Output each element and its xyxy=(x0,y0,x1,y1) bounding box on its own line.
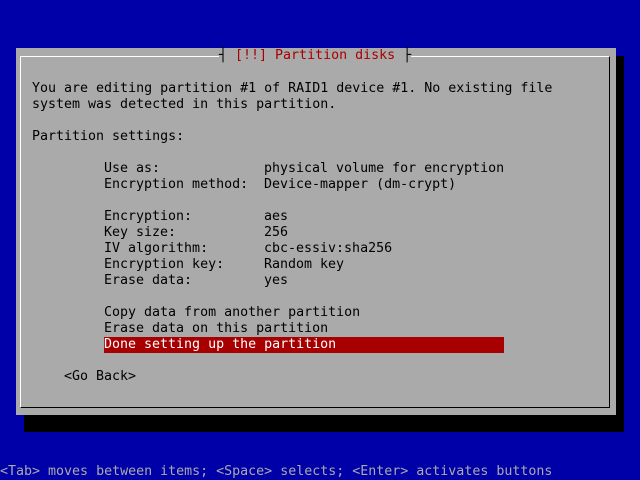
setting-value-encryption-method[interactable]: Device-mapper (dm-crypt) xyxy=(264,177,456,193)
action-done-setting-up[interactable]: Done setting up the partition xyxy=(104,337,504,353)
settings-heading: Partition settings: xyxy=(32,129,185,144)
setting-label-iv-algorithm[interactable]: IV algorithm: xyxy=(104,241,208,257)
setting-value-encryption-key[interactable]: Random key xyxy=(264,257,344,273)
status-bar: <Tab> moves between items; <Space> selec… xyxy=(0,464,553,479)
setting-label-key-size[interactable]: Key size: xyxy=(104,225,176,241)
setting-label-use-as[interactable]: Use as: xyxy=(104,161,160,177)
setting-label-encryption-key[interactable]: Encryption key: xyxy=(104,257,224,273)
go-back-button[interactable]: <Go Back> xyxy=(64,369,136,385)
action-copy-data[interactable]: Copy data from another partition xyxy=(104,305,360,321)
setting-label-encryption[interactable]: Encryption: xyxy=(104,209,192,225)
setting-value-key-size[interactable]: 256 xyxy=(264,225,288,241)
dialog-title-text: [!!] Partition disks xyxy=(235,48,396,63)
setting-value-encryption[interactable]: aes xyxy=(264,209,288,225)
title-left-bar: ┤ xyxy=(219,48,236,63)
setting-value-iv-algorithm[interactable]: cbc-essiv:sha256 xyxy=(264,241,392,257)
partition-dialog: ┤ [!!] Partition disks ├ You are editing… xyxy=(16,48,616,415)
installer-screen: ┤ [!!] Partition disks ├ You are editing… xyxy=(0,0,640,480)
action-erase-data[interactable]: Erase data on this partition xyxy=(104,321,328,337)
title-right-bar: ├ xyxy=(395,48,412,63)
setting-label-erase-data[interactable]: Erase data: xyxy=(104,273,192,289)
intro-line-1: You are editing partition #1 of RAID1 de… xyxy=(32,81,553,96)
dialog-title: ┤ [!!] Partition disks ├ xyxy=(219,48,412,64)
intro-line-2: system was detected in this partition. xyxy=(32,97,337,112)
setting-label-encryption-method[interactable]: Encryption method: xyxy=(104,177,248,193)
setting-value-use-as[interactable]: physical volume for encryption xyxy=(264,161,504,177)
setting-value-erase-data[interactable]: yes xyxy=(264,273,288,289)
